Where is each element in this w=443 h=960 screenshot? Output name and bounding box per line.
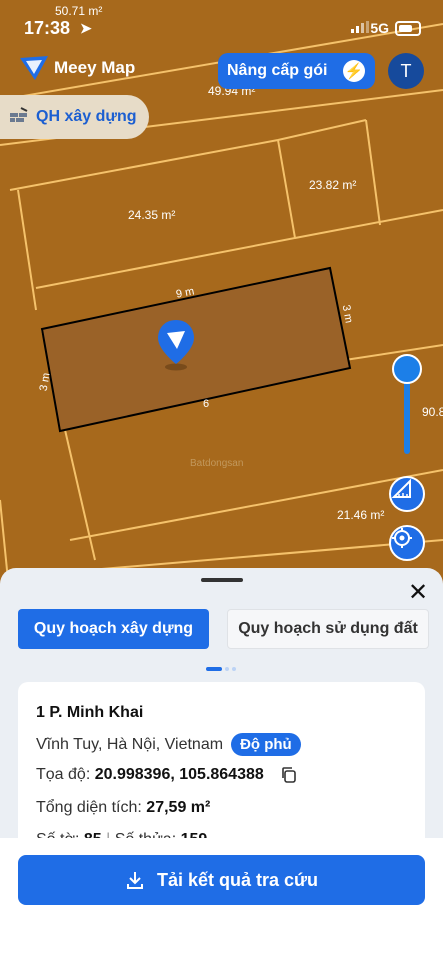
app-logo: Meey Map — [18, 54, 135, 82]
footer: Tải kết quả tra cứu — [0, 838, 443, 960]
coord-value: 20.998396, 105.864388 — [94, 766, 264, 784]
brick-wall-icon — [10, 107, 28, 122]
meey-logo-icon — [20, 56, 48, 80]
status-bar: 17:38 ➤ 5G — [0, 0, 443, 46]
layer-chip-button[interactable]: QH xây dựng — [0, 95, 149, 139]
coord-label: Tọa độ: — [36, 766, 91, 784]
coordinate-line: Tọa độ: 20.998396, 105.864388 — [36, 766, 298, 784]
area-label-4: 23.82 m² — [309, 178, 357, 192]
status-time: 17:38 — [24, 18, 71, 38]
upgrade-button[interactable]: Nâng cấp gói ⚡ — [218, 53, 375, 89]
crosshair-icon — [392, 528, 412, 548]
area-line: Tổng diện tích: 27,59 m² — [36, 799, 210, 817]
layer-chip-label: QH xây dựng — [36, 108, 137, 125]
parcel-info-card: 1 P. Minh Khai Vĩnh Tuy, Hà Nội, Vietnam… — [18, 682, 425, 852]
my-location-button[interactable] — [389, 525, 425, 561]
download-label: Tải kết quả tra cứu — [156, 869, 319, 890]
copy-icon[interactable] — [280, 766, 298, 784]
signal-icon — [351, 21, 369, 33]
tab-page-indicator — [206, 658, 239, 676]
address-subtitle: Vĩnh Tuy, Hà Nội, Vietnam — [36, 736, 224, 753]
sheet-grabber[interactable] — [201, 578, 243, 582]
upgrade-label: Nâng cấp gói — [227, 62, 328, 79]
download-results-button[interactable]: Tải kết quả tra cứu — [18, 855, 425, 905]
network-type: 5G — [370, 20, 389, 36]
area-label-5: 21.46 m² — [337, 508, 385, 522]
location-arrow-icon: ➤ — [80, 20, 92, 36]
avatar[interactable]: T — [388, 53, 424, 89]
lightning-icon: ⚡ — [343, 60, 365, 82]
edge-label-bottom: 6 — [203, 398, 210, 410]
tab-land-use-planning[interactable]: Quy hoạch sử dụng đất — [227, 609, 429, 649]
close-icon[interactable]: ✕ — [407, 581, 429, 605]
battery-icon — [395, 21, 421, 36]
ruler-icon — [391, 478, 411, 498]
coverage-badge[interactable]: Độ phủ — [231, 733, 301, 756]
location-pin-icon[interactable] — [156, 318, 196, 372]
address-title: 1 P. Minh Khai — [36, 704, 144, 721]
tab-construction-planning[interactable]: Quy hoạch xây dựng — [18, 609, 209, 649]
area-label-3: 24.35 m² — [128, 208, 176, 222]
address-line: Vĩnh Tuy, Hà Nội, Vietnam Độ phủ — [36, 733, 301, 756]
area-label-6: 90.8 — [422, 405, 443, 419]
measure-button[interactable] — [389, 476, 425, 512]
download-icon — [126, 872, 143, 889]
watermark: Batdongsan — [190, 458, 244, 469]
area-label: Tổng diện tích: — [36, 799, 142, 816]
opacity-slider-track[interactable] — [404, 380, 410, 454]
area-value: 27,59 m² — [146, 799, 211, 816]
opacity-slider-handle[interactable] — [392, 354, 422, 384]
app-logo-text: Meey Map — [54, 58, 136, 77]
map-view[interactable]: 50.71 m² 49.94 m² 24.35 m² 23.82 m² 21.4… — [0, 0, 443, 600]
